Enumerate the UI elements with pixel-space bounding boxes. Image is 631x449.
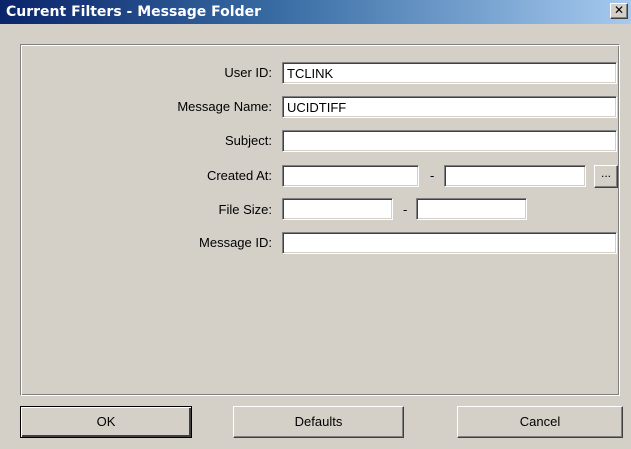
ellipsis-icon: ... <box>600 166 611 180</box>
title-bar[interactable]: Current Filters - Message Folder ✕ <box>0 0 631 24</box>
user-id-label: User ID: <box>224 65 272 80</box>
subject-field[interactable] <box>282 130 617 152</box>
message-name-field[interactable]: UCIDTIFF <box>282 96 617 118</box>
user-id-field[interactable]: TCLINK <box>282 62 617 84</box>
close-button[interactable]: ✕ <box>610 3 628 19</box>
created-at-from-field[interactable] <box>282 165 419 187</box>
created-at-to-field[interactable] <box>444 165 586 187</box>
date-picker-button[interactable]: ... <box>594 165 618 188</box>
subject-label: Subject: <box>225 133 272 148</box>
file-size-to-field[interactable] <box>416 198 527 220</box>
cancel-button[interactable]: Cancel <box>457 406 623 438</box>
ok-button[interactable]: OK <box>20 406 192 438</box>
file-size-label: File Size: <box>218 202 272 217</box>
created-at-label: Created At: <box>206 168 272 183</box>
window-title: Current Filters - Message Folder <box>6 4 261 20</box>
file-size-from-field[interactable] <box>282 198 393 220</box>
file-size-separator: - <box>403 202 408 217</box>
message-id-label: Message ID: <box>199 235 272 250</box>
message-id-field[interactable] <box>282 232 617 254</box>
close-icon: ✕ <box>613 3 625 17</box>
message-name-label: Message Name: <box>177 99 272 114</box>
created-at-separator: - <box>430 168 435 183</box>
defaults-button[interactable]: Defaults <box>233 406 404 438</box>
